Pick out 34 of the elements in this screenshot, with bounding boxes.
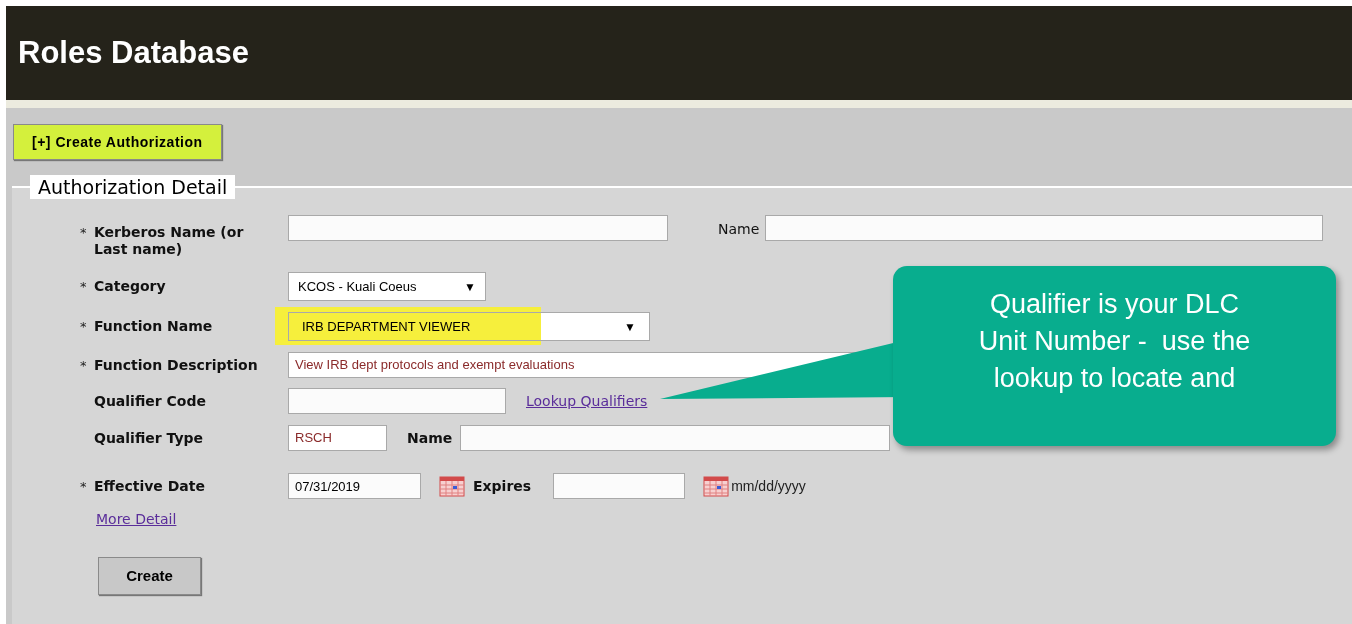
expires-date-field[interactable] [553, 473, 686, 499]
lookup-qualifiers-link[interactable]: Lookup Qualifiers [526, 390, 648, 412]
qualifier-code-field[interactable] [288, 388, 506, 414]
page-title: Roles Database [18, 33, 249, 72]
qualifier-type-field: RSCH [288, 425, 387, 451]
qualifier-name-field[interactable] [460, 425, 891, 451]
create-button[interactable]: Create [98, 557, 201, 595]
field-label: Name [718, 220, 760, 239]
function-name-select[interactable]: IRB DEPARTMENT VIEWER ▼ [288, 312, 650, 341]
category-select[interactable]: KCOS - Kuali Coeus ▼ [288, 272, 486, 301]
more-detail-link[interactable]: More Detail [96, 511, 177, 527]
required-mark: * [80, 478, 87, 494]
create-authorization-button[interactable]: [+] Create Authorization [13, 124, 222, 160]
field-label: Kerberos Name (or Last name) [94, 224, 245, 258]
section-legend: Authorization Detail [30, 175, 236, 199]
field-label: Name [407, 428, 453, 448]
field-label: Qualifier Code [94, 392, 207, 410]
field-label: Function Description [94, 356, 259, 374]
required-mark: * [80, 319, 87, 334]
required-mark: * [80, 225, 87, 240]
field-label: Category [94, 278, 167, 295]
field-label: Function Name [94, 318, 214, 335]
name-field[interactable] [765, 215, 1324, 241]
field-label: Effective Date [94, 477, 206, 495]
date-format-hint: mm/dd/yyyy [731, 476, 806, 496]
effective-date-field[interactable]: 07/31/2019 [288, 473, 421, 499]
calendar-icon[interactable] [439, 475, 465, 497]
required-mark: * [80, 357, 87, 373]
callout-text: Qualifier is your DLC Unit Number - use the lookup to locate and [978, 287, 1251, 395]
field-label: Qualifier Type [94, 429, 205, 447]
field-label: Expires [473, 476, 532, 496]
kerberos-name-field[interactable] [288, 215, 668, 241]
required-mark: * [80, 279, 87, 294]
calendar-icon[interactable] [703, 475, 730, 497]
